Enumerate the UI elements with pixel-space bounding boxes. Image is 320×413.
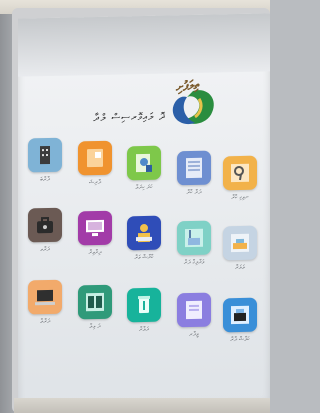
- tile-machinery: [223, 297, 257, 333]
- tile-label: ނވިގި ކާރާ: [231, 193, 249, 202]
- sign-title: ދޮ ލައިވޮރސިސް ލްދާ: [93, 111, 166, 125]
- tile-laptop: [28, 279, 62, 315]
- warehouse-icon: [231, 233, 249, 253]
- tile-gate: [78, 284, 112, 320]
- tile-magnifier: [223, 155, 257, 191]
- document-icon: [87, 148, 103, 168]
- search-document-icon: [136, 153, 152, 173]
- tile-label: ދާރިޝަ: [89, 178, 101, 187]
- tile-computer: [78, 210, 112, 246]
- tile-label: ވީދާރ: [189, 330, 199, 339]
- crane-icon: [185, 228, 203, 248]
- tile-label: ލަލަރާ: [235, 263, 245, 272]
- recycle-bin-icon: [138, 295, 150, 314]
- machinery-icon: [231, 305, 249, 325]
- tile-label: ދަރާލާ: [39, 317, 51, 326]
- tile-label: ވަރާލިގާ ދަރާ: [183, 258, 205, 267]
- tile-document: [78, 140, 112, 176]
- tile-recycle-bin: [127, 287, 161, 323]
- tile-label: ދަލާރާ: [139, 325, 149, 334]
- tile-label: ދަ ވިލާ: [89, 322, 101, 331]
- magnifier-icon: [231, 163, 249, 183]
- tile-building: [28, 137, 62, 173]
- tile-worker: [127, 215, 161, 251]
- tile-form: [177, 150, 211, 186]
- tile-label: ކަލާޝާ ދާރާ: [230, 335, 250, 344]
- tile-label: ދަރާ ކާރާ: [186, 188, 202, 197]
- certificate-icon: [186, 300, 202, 320]
- tile-label: ކާރާޝާ ވަރާ: [134, 253, 154, 262]
- worker-icon: [136, 223, 152, 243]
- gate-icon: [86, 292, 104, 312]
- tile-label: ދަރާވ: [40, 245, 50, 254]
- computer-icon: [86, 219, 104, 237]
- tile-label: ކަރަ ކިރަލާ: [135, 183, 153, 192]
- tile-label: ދާރާބަ: [40, 175, 50, 184]
- tile-warehouse: [223, 225, 257, 261]
- tile-label: ދިރާވިރާ: [88, 248, 102, 257]
- form-icon: [186, 157, 202, 179]
- logo: ތިލަފުށި: [153, 76, 221, 135]
- building-icon: [40, 145, 50, 165]
- briefcase-icon: [37, 216, 53, 234]
- laptop-icon: [35, 289, 55, 306]
- tile-certificate: [177, 292, 211, 328]
- services-sign: ތިލަފުށި ދޮ ލައިވޮރސިސް ލްދާ ދާރާބަ ދާރި…: [18, 13, 270, 409]
- bottom-sill: [14, 398, 270, 413]
- sign-top-band: [18, 13, 270, 77]
- tile-search-document: [127, 145, 161, 181]
- tile-briefcase: [28, 207, 62, 243]
- tile-crane: [177, 220, 211, 256]
